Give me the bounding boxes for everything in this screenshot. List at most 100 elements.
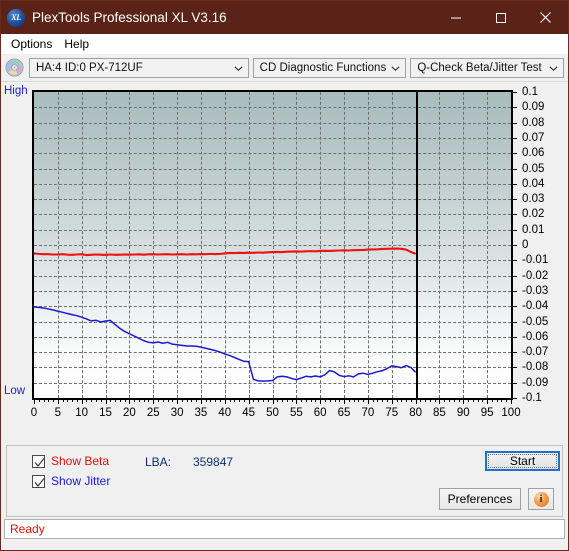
x-tick-minor [434,400,436,402]
x-tick-minor [429,400,431,402]
info-button[interactable]: i [528,488,554,510]
y-tick-label: -0.01 [522,254,549,267]
status-bar: Ready [4,519,565,539]
chevron-down-icon [234,65,243,71]
menu-item-help[interactable]: Help [59,36,96,52]
axis-label-low: Low [4,385,26,397]
x-tick-minor [315,400,317,402]
y-tick [513,214,517,216]
x-tick-minor [100,400,102,402]
x-tick [320,400,322,404]
show-beta-checkbox[interactable]: Show Beta [32,454,109,468]
start-button[interactable]: Start [485,451,560,471]
y-tick-label: -0.1 [522,392,542,404]
x-tick-minor [501,400,503,402]
x-tick [391,400,393,404]
x-tick-minor [496,400,498,402]
x-tick-minor [406,400,408,402]
x-tick [153,400,155,404]
x-tick-minor [468,400,470,402]
x-tick-minor [363,400,365,402]
show-beta-label: Show Beta [51,454,110,468]
x-tick-minor [305,400,307,402]
test-select-value: Q-Check Beta/Jitter Test [417,61,542,74]
y-tick-label: -0.08 [522,361,549,374]
x-tick-minor [453,400,455,402]
x-tick-minor [172,400,174,402]
show-jitter-label: Show Jitter [51,474,111,488]
x-tick-minor [143,400,145,402]
x-tick-minor [482,400,484,402]
menu-item-options[interactable]: Options [6,36,59,52]
preferences-button[interactable]: Preferences [439,488,521,510]
lba-label: LBA: [145,455,172,469]
y-tick-label: -0.02 [522,269,549,282]
drive-select[interactable]: HA:4 ID:0 PX-712UF [29,57,249,78]
xl-logo-icon: XL [7,8,25,27]
x-tick-minor [76,400,78,402]
minimize-button[interactable] [433,1,478,34]
close-button[interactable] [523,1,568,34]
y-tick [513,260,517,262]
y-tick [513,199,517,201]
x-tick-minor [301,400,303,402]
show-jitter-checkbox-box[interactable] [32,474,45,488]
y-tick [513,275,517,277]
x-tick [129,400,131,404]
x-tick [296,400,298,404]
x-tick-minor [472,400,474,402]
x-tick-minor [205,400,207,402]
maximize-button[interactable] [478,1,523,34]
y-tick [513,321,517,323]
x-tick-minor [186,400,188,402]
y-tick-label: 0.07 [522,131,545,144]
function-select[interactable]: CD Diagnostic Functions [252,57,407,78]
x-tick-minor [396,400,398,402]
status-text: Ready [10,522,45,536]
show-jitter-checkbox[interactable]: Show Jitter [32,474,110,488]
y-axis-ticks [513,90,519,400]
test-select[interactable]: Q-Check Beta/Jitter Test [410,57,564,78]
x-tick [511,400,512,404]
y-tick [513,107,517,109]
x-tick [105,400,107,404]
x-tick [224,400,226,404]
x-tick-minor [377,400,379,402]
x-tick-minor [291,400,293,402]
start-button-label: Start [509,454,536,468]
x-tick [367,400,369,404]
x-tick-label: 100 [501,407,521,419]
y-tick [513,92,517,93]
x-tick-minor [348,400,350,402]
x-tick-minor [358,400,360,402]
x-tick-minor [353,400,355,402]
x-tick-minor [119,400,121,402]
y-tick-label: -0.05 [522,315,549,328]
x-tick-minor [196,400,198,402]
x-tick [415,400,417,404]
y-tick-label: 0.02 [522,208,545,221]
lba-value: 359847 [193,455,234,469]
title-bar: XL PlexTools Professional XL V3.16 [1,1,568,34]
lba-readout: LBA: 359847 [145,455,233,469]
y-tick-label: 0.04 [522,177,545,190]
x-tick-minor [181,400,183,402]
x-tick [463,400,465,404]
info-icon: i [533,491,549,507]
x-tick-minor [386,400,388,402]
y-tick [513,398,517,399]
show-beta-checkbox-box[interactable] [32,454,45,468]
x-tick-minor [67,400,69,402]
x-tick-minor [191,400,193,402]
x-tick-minor [158,400,160,402]
y-tick-label: -0.03 [522,284,549,297]
x-tick-minor [262,400,264,402]
y-tick [513,229,517,231]
options-panel: Show Beta Show Jitter LBA: 359847 Start … [6,445,563,517]
x-tick-minor [444,400,446,402]
menu-item-options-label: Options [11,37,53,51]
x-tick-minor [458,400,460,402]
x-tick-minor [372,400,374,402]
x-tick [34,400,35,404]
app-window: XL PlexTools Professional XL V3.16 Optio… [0,0,569,551]
